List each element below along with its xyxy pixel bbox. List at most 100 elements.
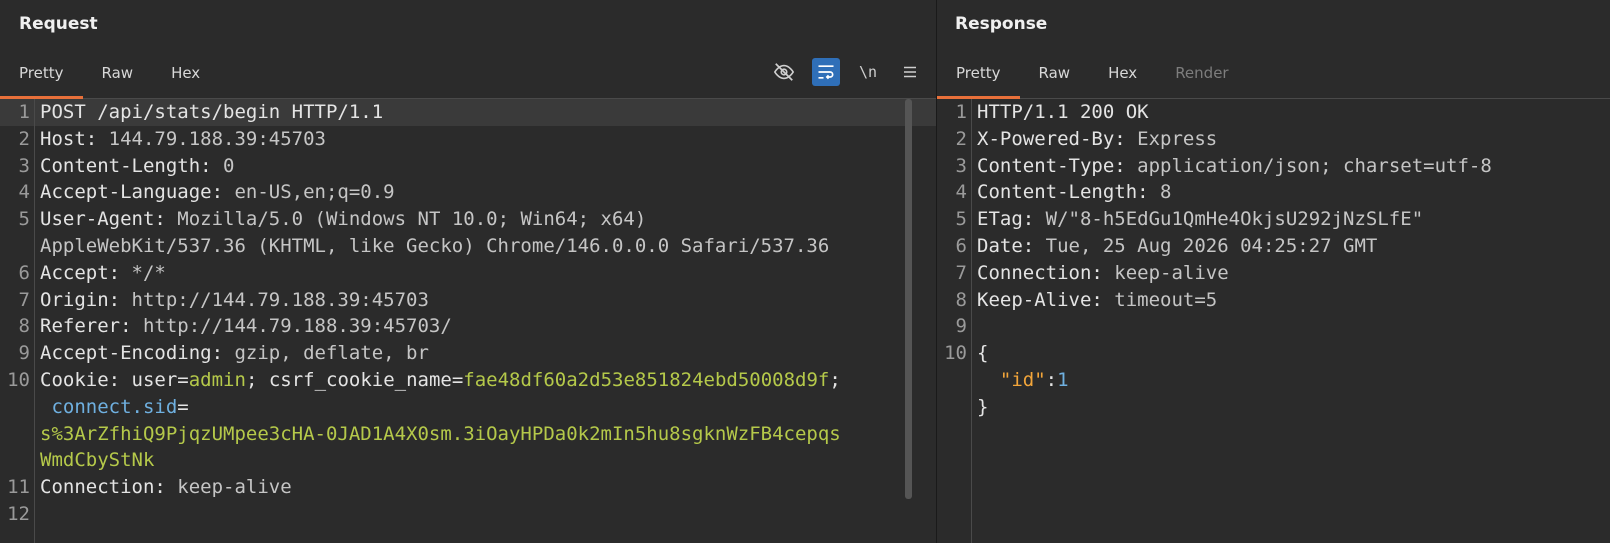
token: Accept-Language: xyxy=(40,181,235,204)
tab-pretty[interactable]: Pretty xyxy=(0,48,83,99)
code-line: 11 Connection: keep-alive xyxy=(0,474,936,501)
line-number: 8 xyxy=(955,288,967,311)
code-line: connect.sid= xyxy=(0,394,936,421)
line-number: 9 xyxy=(18,342,30,365)
line-number xyxy=(937,394,967,421)
token: = xyxy=(177,395,189,418)
code-line: 1 POST /api/stats/begin HTTP/1.1 xyxy=(0,99,936,126)
tab-render[interactable]: Render xyxy=(1156,48,1247,98)
tab-hex[interactable]: Hex xyxy=(152,48,219,98)
token: Date: xyxy=(977,234,1046,257)
token: Host: xyxy=(40,127,109,150)
code-line: } xyxy=(937,394,1610,421)
line-number xyxy=(0,233,30,260)
code-line: 10 { xyxy=(937,340,1610,367)
line-number: 5 xyxy=(955,208,967,231)
token: Cookie: xyxy=(40,368,132,391)
line-content: Connection: keep-alive xyxy=(967,260,1229,287)
gutter-divider xyxy=(971,99,972,543)
code-line: 7 Connection: keep-alive xyxy=(937,260,1610,287)
code-line: "id":1 xyxy=(937,367,1610,394)
code-line: 3 Content-Type: application/json; charset… xyxy=(937,153,1610,180)
line-content: Accept-Encoding: gzip, deflate, br xyxy=(30,340,429,367)
token: 8 xyxy=(1160,181,1172,204)
code-line: 5 User-Agent: Mozilla/5.0 (Windows NT 10.… xyxy=(0,206,936,233)
token: 0 xyxy=(223,154,235,177)
line-number: 3 xyxy=(18,154,30,177)
token: keep-alive xyxy=(177,476,292,499)
line-content: Content-Length: 8 xyxy=(967,179,1171,206)
code-line: 3 Content-Length: 0 xyxy=(0,153,936,180)
response-editor[interactable]: 1 HTTP/1.1 200 OK 2 X-Powered-By: Express 3 C… xyxy=(937,99,1610,543)
request-toolbar: \n xyxy=(770,58,924,86)
line-content: WmdCbyStNk xyxy=(30,447,154,474)
token: Content-Type: xyxy=(977,154,1138,177)
response-title: Response xyxy=(955,14,1048,34)
code-line: 5 ETag: W/"8-h5EdGu1QmHe4OkjsU292jNzSLfE" xyxy=(937,206,1610,233)
code-line: 4 Accept-Language: en-US,en;q=0.9 xyxy=(0,179,936,206)
token: s%3ArZfhiQ9PjqzUMpee3cHA-0JAD1A4X0sm.3iO… xyxy=(40,422,841,445)
line-number: 11 xyxy=(7,476,30,499)
request-scrollbar[interactable] xyxy=(905,99,912,499)
line-number xyxy=(0,421,30,448)
request-pane: Request Pretty Raw Hex \n 1 POST /api/st… xyxy=(0,0,936,543)
tab-pretty[interactable]: Pretty xyxy=(937,48,1020,99)
line-content: Cookie: user=admin; csrf_cookie_name=fae… xyxy=(30,367,841,394)
token: ETag: xyxy=(977,208,1046,231)
eye-slash-icon[interactable] xyxy=(770,58,798,86)
code-line: 9 Accept-Encoding: gzip, deflate, br xyxy=(0,340,936,367)
line-number: 4 xyxy=(955,181,967,204)
code-line: 9 xyxy=(937,313,1610,340)
tab-raw[interactable]: Raw xyxy=(83,48,153,98)
line-number: 7 xyxy=(18,288,30,311)
line-content: Date: Tue, 25 Aug 2026 04:25:27 GMT xyxy=(967,233,1377,260)
line-content xyxy=(967,313,977,340)
line-number: 2 xyxy=(955,127,967,150)
token: admin xyxy=(188,368,246,391)
code-line: 4 Content-Length: 8 xyxy=(937,179,1610,206)
newline-toggle-button[interactable]: \n xyxy=(854,58,882,86)
token: en-US,en;q=0.9 xyxy=(234,181,395,204)
line-content: s%3ArZfhiQ9PjqzUMpee3cHA-0JAD1A4X0sm.3iO… xyxy=(30,421,841,448)
code-line: 12 xyxy=(0,501,936,528)
token: keep-alive xyxy=(1114,261,1229,284)
code-line: 2 Host: 144.79.188.39:45703 xyxy=(0,126,936,153)
line-number: 1 xyxy=(18,101,30,123)
token: Accept-Encoding: xyxy=(40,342,235,365)
token: Referer: xyxy=(40,315,143,338)
line-content: Accept-Language: en-US,en;q=0.9 xyxy=(30,179,395,206)
token: Connection: xyxy=(40,476,178,499)
token: user xyxy=(131,368,178,391)
code-line: s%3ArZfhiQ9PjqzUMpee3cHA-0JAD1A4X0sm.3iO… xyxy=(0,421,936,448)
token: = xyxy=(177,368,189,391)
line-number: 5 xyxy=(18,208,30,231)
token: Connection: xyxy=(977,261,1115,284)
wrap-lines-icon[interactable] xyxy=(812,58,840,86)
hamburger-menu-icon[interactable] xyxy=(896,58,924,86)
request-title: Request xyxy=(19,14,98,34)
line-number: 1 xyxy=(955,101,967,123)
line-content: Accept: */* xyxy=(30,260,166,287)
token: fae48df60a2d53e851824ebd50008d9f xyxy=(463,368,830,391)
token: = xyxy=(451,368,464,391)
token: application/json; charset=utf-8 xyxy=(1137,154,1492,177)
line-number: 3 xyxy=(955,154,967,177)
line-content: Content-Length: 0 xyxy=(30,153,234,180)
tab-hex[interactable]: Hex xyxy=(1089,48,1156,98)
tab-raw[interactable]: Raw xyxy=(1020,48,1090,98)
token: AppleWebKit/537.36 (KHTML, like Gecko) C… xyxy=(40,234,830,257)
token: http://144.79.188.39:45703 xyxy=(131,288,429,311)
token: } xyxy=(977,395,989,418)
token: Express xyxy=(1137,127,1218,150)
response-pane: Response Pretty Raw Hex Render 1 HTTP/1.1… xyxy=(936,0,1610,543)
line-content: ETag: W/"8-h5EdGu1QmHe4OkjsU292jNzSLfE" xyxy=(967,206,1423,233)
line-content: AppleWebKit/537.36 (KHTML, like Gecko) C… xyxy=(30,233,829,260)
line-number xyxy=(937,367,967,394)
line-content xyxy=(30,501,40,528)
token: { xyxy=(977,342,989,365)
line-number: 12 xyxy=(7,502,30,525)
request-editor[interactable]: 1 POST /api/stats/begin HTTP/1.1 2 Host: 14… xyxy=(0,99,936,543)
token: HTTP/1.1 200 OK xyxy=(977,101,1149,123)
line-content: Keep-Alive: timeout=5 xyxy=(967,287,1217,314)
